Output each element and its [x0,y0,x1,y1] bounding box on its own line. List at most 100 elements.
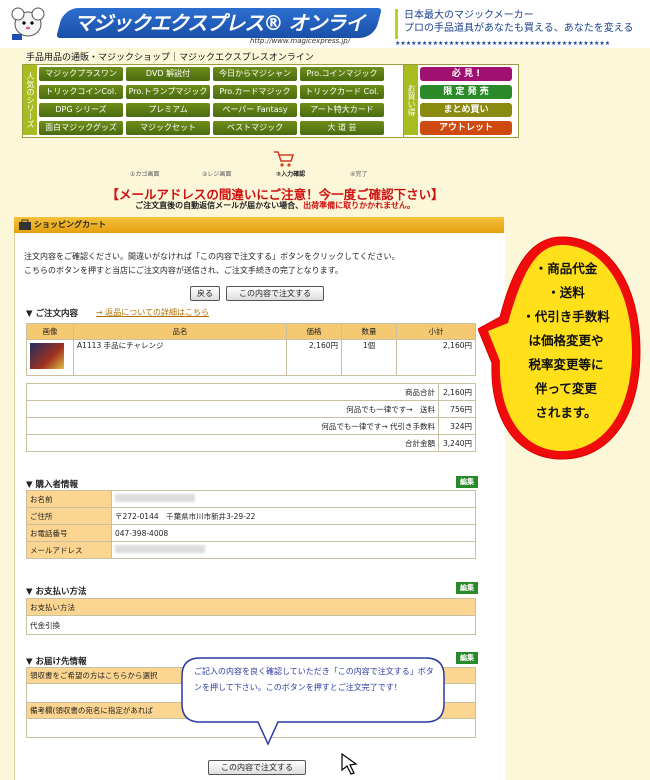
nav-item[interactable]: 大 道 芸 [300,121,384,135]
intro-line2: こちらのボタンを押すと当店にご注文内容が送信され、ご注文手続きの完了となります。 [24,266,343,275]
col-subtotal: 小計 [396,323,476,340]
blurred-email [115,545,205,553]
deal-item[interactable]: 限 定 発 売 [420,85,512,99]
price-change-bubble: ・商品代金 ・送料 ・代引き手数料 は価格変更や 税率変更等に 伴って変更 され… [478,233,644,463]
payment-edit-button[interactable]: 編集 [456,582,478,594]
product-subtotal: 2,160円 [396,339,476,376]
nav-item[interactable]: DPG シリーズ [39,103,123,117]
summary-value: 324円 [438,417,476,435]
nav-item[interactable]: ベストマジック [213,121,297,135]
buyer-label: メールアドレス [26,541,112,559]
nav-item[interactable]: マジックプラスワン [39,67,123,81]
summary-row: 商品合計 2,160円 [26,383,476,401]
summary-value: 3,240円 [438,434,476,452]
col-name: 品名 [73,323,287,340]
buyer-edit-button[interactable]: 編集 [456,476,478,488]
table-row: ご住所 〒272-0144 千葉県市川市新井3-29-22 [26,507,476,525]
nav-item[interactable]: トリックコインCol. [39,85,123,99]
payment-table: お支払い方法 代金引換 [26,598,476,635]
order-button-bottom[interactable]: この内容で注文する [208,760,306,775]
summary-row: 何品でも一律です→ 送料 756円 [26,400,476,418]
totals-table: 商品合計 2,160円 何品でも一律です→ 送料 756円 何品でも一律です→ 代引… [26,383,476,452]
table-row: お電話番号 047-398-4008 [26,524,476,542]
nav-item[interactable]: トリックカード Col. [300,85,384,99]
table-row: メールアドレス [26,541,476,559]
tagline-line2: プロの手品道具があなたも買える、あなたを変える [404,23,634,34]
buyer-section-title: ▼ 購入者情報 [26,480,78,490]
product-price: 2,160円 [286,339,342,376]
breadcrumb: 手品用品の通販・マジックショップ｜マジックエクスプレスオンライン [26,53,314,63]
payment-value: 代金引換 [26,615,476,635]
step-4: ④完了 [350,171,368,178]
bubble-line: ・代引き手数料 [522,309,610,324]
logo-url: http://www.magicexpress.jp/ [250,37,351,45]
buyer-value: 047-398-4008 [111,524,476,542]
order-button-top[interactable]: この内容で注文する [226,286,324,301]
buyer-label: お名前 [26,490,112,508]
summary-value: 756円 [438,400,476,418]
summary-label: 合計金額 [26,434,439,452]
summary-label: 何品でも一律です→ 送料 [26,400,439,418]
step-1: ①カゴ画面 [130,171,160,178]
order-table-header: 画像 品名 価格 数量 小計 [26,323,476,340]
mouse-cursor-icon [341,752,358,775]
nav-item[interactable]: マジックセット [126,121,210,135]
site-logo[interactable]: マジックエクスプレス® オンライン [55,8,383,65]
table-row: お支払い方法 [26,598,476,616]
payment-section-title: ▼ お支払い方法 [26,587,87,597]
summary-label: 商品合計 [26,383,439,401]
step-3: ③入力確認 [276,171,306,178]
summary-row: 何品でも一律です→ 代引き手数料 324円 [26,417,476,435]
warning-note-text: ご注文直後の自動返信メールが届かない場合、 [135,201,304,210]
deals-nav-label: お買い得 [404,65,418,135]
product-name: A1113 手品にチャレンジ [73,339,287,376]
buyer-value [111,490,476,508]
callout-text: ご記入の内容を良く確認していただき「この内容で注文する」ボタンを押して下さい。こ… [194,667,434,692]
bubble-text: ・商品代金 ・送料 ・代引き手数料 は価格変更や 税率変更等に 伴って変更 され… [494,257,638,425]
buyer-label: ご住所 [26,507,112,525]
nav-item[interactable]: Pro.カードマジック [213,85,297,99]
bubble-line: されます。 [535,405,597,420]
product-qty: 1個 [341,339,397,376]
deal-item[interactable]: まとめ買い [420,103,512,117]
buyer-label: お電話番号 [26,524,112,542]
product-thumbnail [26,339,74,376]
deal-item[interactable]: 必 見 ! [420,67,512,81]
buyer-value [111,541,476,559]
bubble-line: 税率変更等に [528,357,604,372]
col-price: 価格 [286,323,342,340]
delivery-section-title: ▼ お届け先情報 [26,657,87,667]
bubble-line: ・送料 [547,285,585,300]
star-divider: ★★★★★★★★★★★★★★★★★★★★★★★★★★★★★★★★★★★★★★★★ [395,40,611,47]
nav-item[interactable]: DVD 解説付 [126,67,210,81]
delivery-edit-button[interactable]: 編集 [456,652,478,664]
nav-item[interactable]: 今日からマジシャン [213,67,297,81]
intro-line1: 注文内容をご確認ください。間違いがなければ「この内容で注文する」ボタンをクリック… [24,252,400,261]
tagline: 日本最大のマジックメーカー プロの手品道具があなたも買える、あなたを変える [395,9,644,39]
cart-bag-icon [19,219,31,230]
summary-label: 何品でも一律です→ 代引き手数料 [26,417,439,435]
nav-item[interactable]: Pro.コインマジック [300,67,384,81]
nav-item[interactable]: アート特大カード [300,103,384,117]
warning-note-red: 出荷準備に取りかかれません。 [303,201,415,210]
col-image: 画像 [26,323,74,340]
bubble-line: ・商品代金 [534,261,598,276]
bubble-line: は価格変更や [528,333,604,348]
deal-item[interactable]: アウトレット [420,121,512,135]
return-policy-link[interactable]: → 返品についての詳細はこちら [96,307,209,318]
nav-item[interactable]: 面白マジックグッズ [39,121,123,135]
col-qty: 数量 [341,323,397,340]
nav-item[interactable]: プレミアム [126,103,210,117]
blurred-name [115,494,195,502]
order-instruction-callout: ご記入の内容を良く確認していただき「この内容で注文する」ボタンを押して下さい。こ… [180,656,446,746]
cart-header: ショッピングカート [14,217,504,233]
cart-icon [274,151,295,167]
summary-row: 合計金額 3,240円 [26,434,476,452]
email-warning-note: ご注文直後の自動返信メールが届かない場合、出荷準備に取りかかれません。 [40,200,510,211]
order-section-title: ▼ ご注文内容 [26,309,78,319]
mascot-logo-icon[interactable] [6,6,50,42]
bubble-line: 伴って変更 [535,381,597,396]
back-button[interactable]: 戻る [190,286,220,301]
nav-item[interactable]: Pro.トランプマジック [126,85,210,99]
nav-item[interactable]: ペーパー Fantasy [213,103,297,117]
